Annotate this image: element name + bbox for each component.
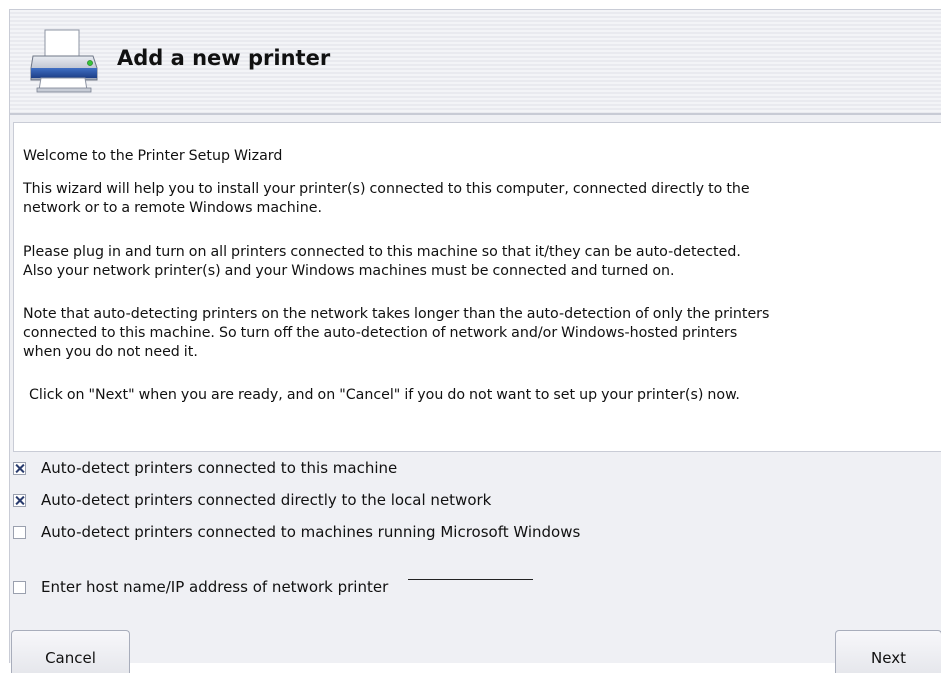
option-label: Auto-detect printers connected to this m…	[41, 459, 398, 477]
option-enter-host[interactable]: Enter host name/IP address of network pr…	[13, 576, 388, 598]
intro-paragraph: Click on "Next" when you are ready, and …	[29, 387, 740, 403]
option-detect-network[interactable]: Auto-detect printers connected directly …	[13, 489, 491, 511]
checkbox[interactable]	[13, 580, 26, 594]
option-label: Auto-detect printers connected directly …	[41, 491, 492, 509]
checkbox[interactable]	[13, 461, 26, 475]
option-detect-windows[interactable]: Auto-detect printers connected to machin…	[13, 521, 580, 543]
intro-paragraph: Please plug in and turn on all printers …	[23, 244, 741, 279]
printer-icon	[27, 28, 101, 96]
cancel-button[interactable]: Cancel	[11, 630, 130, 673]
next-button[interactable]: Next	[835, 630, 941, 673]
welcome-text: Welcome to the Printer Setup Wizard	[23, 148, 283, 164]
intro-text-panel: Welcome to the Printer Setup Wizard This…	[13, 122, 941, 452]
option-label: Enter host name/IP address of network pr…	[41, 578, 389, 596]
wizard-header: Add a new printer	[10, 10, 941, 115]
intro-paragraph: Note that auto-detecting printers on the…	[23, 306, 770, 360]
host-address-field[interactable]	[408, 579, 533, 580]
option-detect-local[interactable]: Auto-detect printers connected to this m…	[13, 457, 397, 479]
intro-paragraph: This wizard will help you to install you…	[23, 181, 750, 216]
page-title: Add a new printer	[117, 46, 331, 70]
option-label: Auto-detect printers connected to machin…	[41, 523, 581, 541]
printer-wizard-window: Add a new printer Welcome to the Printer…	[9, 9, 941, 673]
checkbox[interactable]	[13, 525, 26, 539]
checkbox[interactable]	[13, 493, 26, 507]
